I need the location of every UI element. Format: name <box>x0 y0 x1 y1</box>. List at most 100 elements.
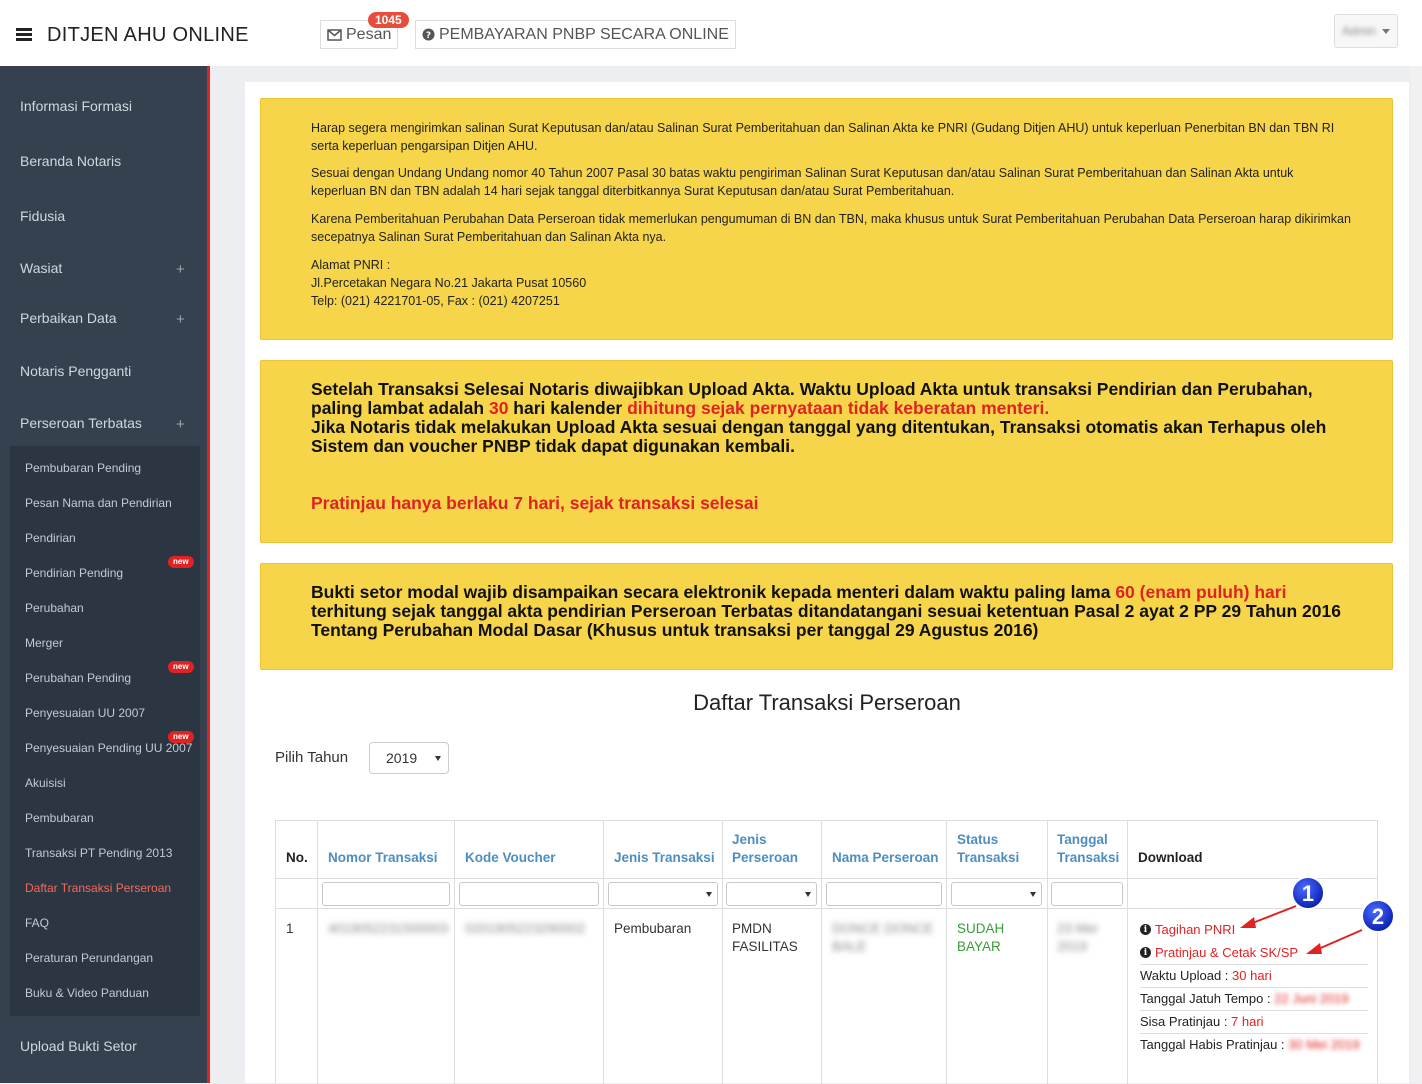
cell-status-transaksi: SUDAH BAYAR <box>957 921 1005 954</box>
menu-icon[interactable] <box>16 28 32 42</box>
chevron-down-icon <box>1030 892 1036 897</box>
envelope-icon <box>327 28 342 41</box>
tagihan-pnri-link[interactable]: i Tagihan PNRI <box>1140 922 1235 937</box>
cell-nama-perseroan: DONCE DONCE BALE <box>832 921 934 954</box>
sidebar-item-upload-bukti-setor[interactable]: Upload Bukti Setor <box>20 1038 137 1054</box>
expand-icon[interactable]: + <box>176 311 185 328</box>
address-label: Alamat PNRI : <box>311 258 391 272</box>
tanggal-jatuh-tempo-info: Tanggal Jatuh Tempo : 22 Juni 2019 <box>1140 987 1368 1006</box>
cell-kode-voucher: 0201905223290002 <box>465 921 586 936</box>
chevron-down-icon <box>805 892 811 897</box>
column-divider <box>317 821 318 1084</box>
pesan-label: Pesan <box>346 25 392 43</box>
transaction-table: No. Nomor Transaksi Kode Voucher Jenis T… <box>275 820 1378 1084</box>
scrollbar[interactable] <box>1411 66 1422 1083</box>
submenu-item[interactable]: FAQ <box>25 916 49 930</box>
phone-line: Telp: (021) 4221701-05, Fax : (021) 4207… <box>311 294 560 308</box>
year-select[interactable]: 2019 <box>369 742 449 774</box>
submenu-item[interactable]: Akuisisi <box>25 776 66 790</box>
sidebar-item-wasiat[interactable]: Wasiat <box>20 260 62 276</box>
expand-icon[interactable]: + <box>176 416 185 433</box>
column-divider <box>454 821 455 1084</box>
user-dropdown[interactable]: Admin <box>1334 14 1398 48</box>
cell-jenis-perseroan: PMDN FASILITAS <box>732 921 798 954</box>
header-nomor-transaksi[interactable]: Nomor Transaksi <box>328 849 438 867</box>
header-kode-voucher[interactable]: Kode Voucher <box>465 849 556 867</box>
submenu-item[interactable]: Pembubaran Pending <box>25 461 141 475</box>
submenu-item[interactable]: Peraturan Perundangan <box>25 951 153 965</box>
filter-status-select[interactable] <box>951 882 1042 906</box>
alert-text: Bukti setor modal wajib disampaikan seca… <box>311 582 1341 640</box>
question-circle-icon: ? <box>422 28 435 41</box>
sidebar-item-beranda-notaris[interactable]: Beranda Notaris <box>20 153 121 169</box>
header-tanggal-transaksi[interactable]: Tanggal Transaksi <box>1057 831 1119 867</box>
chevron-down-icon <box>706 892 712 897</box>
info-icon: i <box>1140 924 1151 935</box>
tanggal-habis-pratinjau-info: Tanggal Habis Pratinjau : 30 Mei 2019 <box>1140 1033 1368 1052</box>
submenu-item[interactable]: Penyesuaian Pending UU 2007 <box>25 741 192 755</box>
address-line: Jl.Percetakan Negara No.21 Jakarta Pusat… <box>311 276 587 290</box>
header-nama-perseroan[interactable]: Nama Perseroan <box>832 849 939 867</box>
submenu-item[interactable]: Penyesuaian UU 2007 <box>25 706 145 720</box>
submenu-item[interactable]: Pendirian Pending <box>25 566 123 580</box>
new-badge: new <box>168 661 194 673</box>
year-filter-label: Pilih Tahun <box>275 749 349 766</box>
app-title[interactable]: DITJEN AHU ONLINE <box>47 24 249 47</box>
column-divider <box>722 821 723 1084</box>
pratinjau-warning: Pratinjau hanya berlaku 7 hari, sejak tr… <box>311 493 759 513</box>
submenu-item[interactable]: Perubahan Pending <box>25 671 131 685</box>
sidebar-item-fidusia[interactable]: Fidusia <box>20 208 65 224</box>
waktu-upload-info: Waktu Upload : 30 hari <box>1140 964 1368 983</box>
svg-text:?: ? <box>426 31 431 41</box>
column-divider <box>603 821 604 1084</box>
filter-jenis-perseroan-select[interactable] <box>726 882 817 906</box>
header-no: No. <box>286 850 308 865</box>
column-divider <box>946 821 947 1084</box>
sidebar-accent-bar <box>207 66 210 1083</box>
chevron-down-icon <box>435 756 441 761</box>
submenu-item[interactable]: Buku & Video Panduan <box>25 986 149 1000</box>
pratinjau-cetak-link[interactable]: i Pratinjau & Cetak SK/SP <box>1140 945 1298 960</box>
section-title: Daftar Transaksi Perseroan <box>693 690 961 715</box>
row-divider <box>276 878 1377 879</box>
column-divider <box>1047 821 1048 1084</box>
cell-no: 1 <box>286 921 294 936</box>
top-bar: DITJEN AHU ONLINE Pesan 1045 ? PEMBAYARA… <box>0 0 1422 66</box>
submenu-item[interactable]: Pendirian <box>25 531 76 545</box>
submenu-item[interactable]: Merger <box>25 636 63 650</box>
column-divider <box>821 821 822 1084</box>
filter-kode-input[interactable] <box>459 882 599 906</box>
sisa-pratinjau-info: Sisa Pratinjau : 7 hari <box>1140 1010 1368 1029</box>
filter-nomor-input[interactable] <box>322 882 450 906</box>
submenu-item[interactable]: Transaksi PT Pending 2013 <box>25 846 172 860</box>
submenu-item[interactable]: Pembubaran <box>25 811 94 825</box>
cell-jenis-transaksi: Pembubaran <box>614 921 692 936</box>
header-jenis-perseroan[interactable]: Jenis Perseroan <box>732 831 798 867</box>
submenu-item[interactable]: Perubahan <box>25 601 84 615</box>
cell-tanggal-transaksi: 23 Mei 2019 <box>1057 921 1098 954</box>
alert-text: Karena Pemberitahuan Perubahan Data Pers… <box>311 212 1351 244</box>
header-status-transaksi[interactable]: Status Transaksi <box>957 831 1019 867</box>
filter-jenis-transaksi-select[interactable] <box>608 882 718 906</box>
sidebar-item-perseroan-terbatas[interactable]: Perseroan Terbatas <box>20 415 142 431</box>
info-icon: i <box>1140 947 1151 958</box>
header-download: Download <box>1138 850 1203 865</box>
upload-akta-alert: Setelah Transaksi Selesai Notaris diwaji… <box>260 360 1393 543</box>
filter-tanggal-input[interactable] <box>1051 882 1123 906</box>
sidebar-item-informasi-formasi[interactable]: Informasi Formasi <box>20 98 132 114</box>
alert-text: Setelah Transaksi Selesai Notaris diwaji… <box>311 379 1327 456</box>
chevron-down-icon <box>1382 28 1390 34</box>
column-divider <box>1127 821 1128 1084</box>
expand-icon[interactable]: + <box>176 261 185 278</box>
sidebar-item-notaris-pengganti[interactable]: Notaris Pengganti <box>20 363 131 379</box>
pnbp-button[interactable]: ? PEMBAYARAN PNBP SECARA ONLINE <box>415 20 736 49</box>
sidebar-item-perbaikan-data[interactable]: Perbaikan Data <box>20 310 117 326</box>
pnbp-label: PEMBAYARAN PNBP SECARA ONLINE <box>439 25 729 43</box>
filter-nama-input[interactable] <box>826 882 942 906</box>
submenu-item-active[interactable]: Daftar Transaksi Perseroan <box>25 881 171 895</box>
modal-setor-alert: Bukti setor modal wajib disampaikan seca… <box>260 563 1393 670</box>
year-select-value: 2019 <box>386 750 418 766</box>
cell-nomor-transaksi: 4019052231500003 <box>328 921 449 936</box>
header-jenis-transaksi[interactable]: Jenis Transaksi <box>614 849 715 867</box>
submenu-item[interactable]: Pesan Nama dan Pendirian <box>25 496 172 510</box>
